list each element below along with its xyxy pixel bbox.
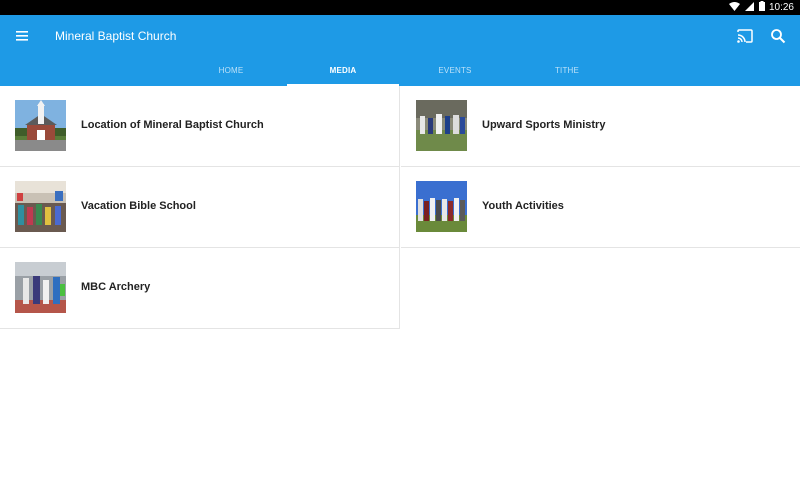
wifi-icon [728, 1, 740, 14]
media-item-label: Location of Mineral Baptist Church [81, 119, 264, 131]
tab-home[interactable]: HOME [175, 61, 287, 86]
battery-icon [758, 1, 765, 14]
media-item-upward-sports[interactable]: Upward Sports Ministry [401, 86, 800, 167]
church-photo [15, 100, 66, 151]
media-item-vbs[interactable]: Vacation Bible School [0, 167, 400, 248]
media-item-label: Youth Activities [482, 200, 564, 212]
menu-icon[interactable] [14, 28, 32, 44]
cast-icon[interactable] [736, 27, 754, 45]
app-bar: Mineral Baptist Church HOME MEDIA EVENTS… [0, 15, 800, 86]
media-item-label: MBC Archery [81, 281, 151, 293]
tab-events[interactable]: EVENTS [399, 61, 511, 86]
tab-media[interactable]: MEDIA [287, 61, 399, 86]
media-item-label: Vacation Bible School [81, 200, 196, 212]
signal-icon [744, 1, 754, 14]
status-bar: 10:26 [0, 0, 800, 15]
status-time: 10:26 [768, 2, 794, 13]
tab-tithe[interactable]: TITHE [511, 61, 623, 86]
media-item-location[interactable]: Location of Mineral Baptist Church [0, 86, 400, 167]
media-item-youth[interactable]: Youth Activities [401, 167, 800, 248]
vbs-photo [15, 181, 66, 232]
sports-photo [416, 100, 467, 151]
app-title: Mineral Baptist Church [55, 29, 177, 43]
media-item-archery[interactable]: MBC Archery [0, 248, 400, 329]
youth-photo [416, 181, 467, 232]
search-icon[interactable] [769, 27, 787, 45]
tab-bar: HOME MEDIA EVENTS TITHE [175, 61, 623, 86]
archery-photo [15, 262, 66, 313]
media-item-label: Upward Sports Ministry [482, 119, 606, 131]
